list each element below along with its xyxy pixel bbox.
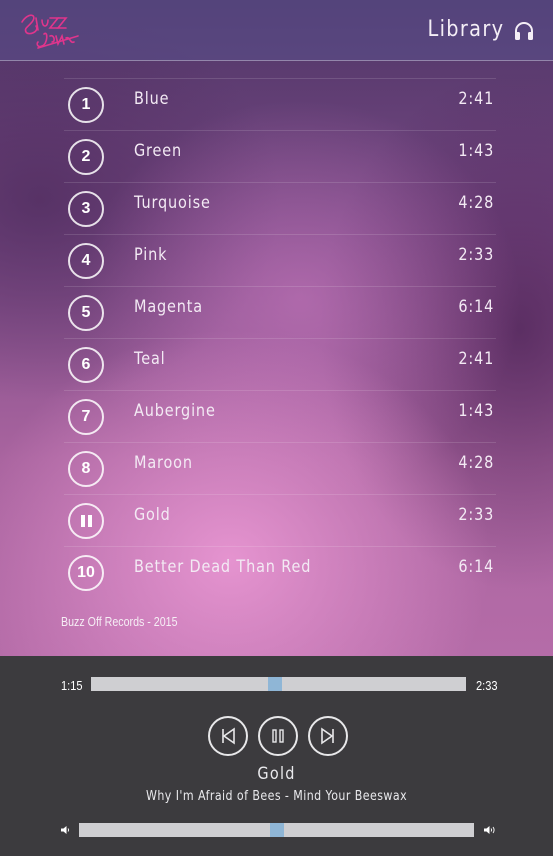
track-title: Better Dead Than Red [134, 557, 312, 577]
volume-handle[interactable] [269, 823, 284, 837]
now-playing-artist-album: Why I'm Afraid of Bees - Mind Your Beesw… [145, 789, 408, 804]
track-row[interactable]: 2 Green 1:43 [64, 130, 496, 182]
track-duration: 1:43 [458, 401, 494, 421]
track-row[interactable]: 6 Teal 2:41 [64, 338, 496, 390]
track-row[interactable]: 7 Aubergine 1:43 [64, 390, 496, 442]
track-duration: 4:28 [458, 453, 494, 473]
track-duration: 6:14 [458, 557, 494, 577]
pause-icon [272, 729, 284, 743]
track-number[interactable]: 2 [68, 139, 104, 175]
track-title: Maroon [134, 453, 193, 473]
track-title: Aubergine [134, 401, 216, 421]
previous-icon [222, 727, 235, 745]
track-number[interactable]: 7 [68, 399, 104, 435]
previous-button[interactable] [208, 716, 248, 756]
library-title[interactable]: Library [427, 17, 504, 42]
seek-handle[interactable] [267, 677, 282, 691]
track-title: Pink [134, 245, 168, 265]
track-number[interactable]: 4 [68, 243, 104, 279]
track-duration: 4:28 [458, 193, 494, 213]
player-bar: 1:15 2:33 Gold Why I'm Afraid of Bees - … [0, 656, 553, 856]
track-title: Teal [134, 349, 166, 369]
track-duration: 6:14 [458, 297, 494, 317]
pause-icon [80, 515, 92, 527]
track-row[interactable]: 1 Blue 2:41 [64, 78, 496, 130]
track-number[interactable]: 6 [68, 347, 104, 383]
current-time: 1:15 [61, 678, 83, 693]
track-number[interactable]: 5 [68, 295, 104, 331]
track-title: Magenta [134, 297, 204, 317]
track-duration: 1:43 [458, 141, 494, 161]
track-row-playing[interactable]: Gold 2:33 [64, 494, 496, 546]
app-header: Library [0, 0, 553, 61]
track-list: 1 Blue 2:41 2 Green 1:43 3 Turquoise 4:2… [64, 78, 496, 598]
track-number[interactable]: 1 [68, 87, 104, 123]
logo[interactable] [18, 8, 82, 54]
next-icon [321, 727, 334, 745]
total-time: 2:33 [476, 678, 498, 693]
track-row[interactable]: 8 Maroon 4:28 [64, 442, 496, 494]
track-number[interactable]: 3 [68, 191, 104, 227]
track-duration: 2:33 [458, 505, 494, 525]
track-title: Turquoise [134, 193, 211, 213]
track-number[interactable]: 10 [68, 555, 104, 591]
volume-low-icon[interactable] [60, 825, 70, 835]
volume-high-icon[interactable] [483, 825, 497, 835]
play-pause-button[interactable] [258, 716, 298, 756]
track-duration: 2:41 [458, 89, 494, 109]
track-row[interactable]: 3 Turquoise 4:28 [64, 182, 496, 234]
headphones-icon[interactable] [513, 20, 535, 42]
now-playing-title: Gold [257, 764, 296, 784]
track-row[interactable]: 5 Magenta 6:14 [64, 286, 496, 338]
track-row[interactable]: 10 Better Dead Than Red 6:14 [64, 546, 496, 598]
track-title: Green [134, 141, 183, 161]
record-label-credit: Buzz Off Records - 2015 [61, 614, 178, 629]
track-title: Gold [134, 505, 171, 525]
pause-track-button[interactable] [68, 503, 104, 539]
track-row[interactable]: 4 Pink 2:33 [64, 234, 496, 286]
track-title: Blue [134, 89, 170, 109]
next-button[interactable] [308, 716, 348, 756]
track-duration: 2:33 [458, 245, 494, 265]
track-number[interactable]: 8 [68, 451, 104, 487]
track-duration: 2:41 [458, 349, 494, 369]
